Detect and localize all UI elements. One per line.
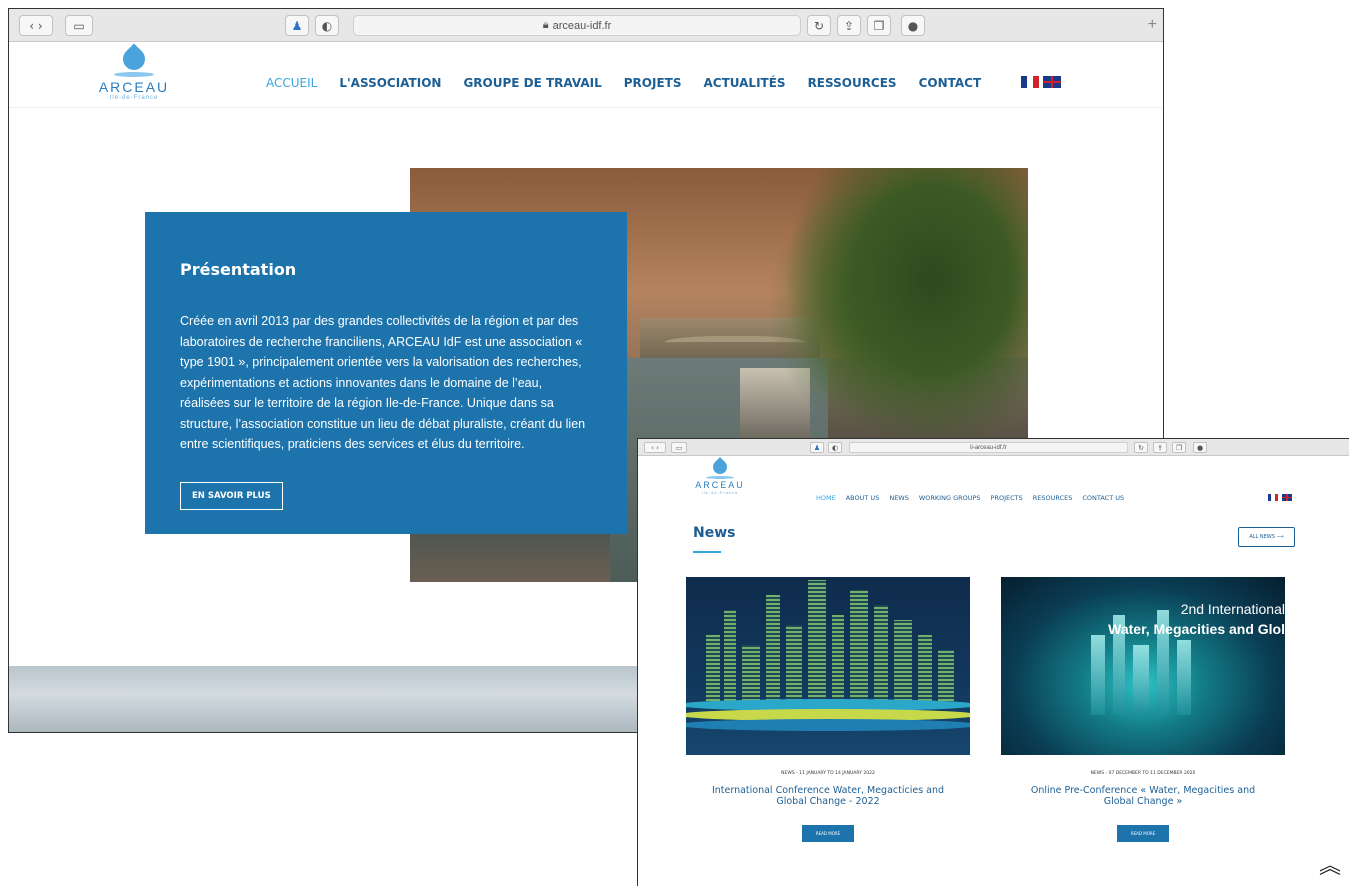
extension-icon-2[interactable]: ♟ bbox=[810, 442, 824, 453]
photo-building-1 bbox=[706, 635, 720, 705]
site-header: ARCEAU Ile-de-France ACCUEIL L'ASSOCIATI… bbox=[9, 42, 1163, 108]
main-nav-2: HOME ABOUT US NEWS WORKING GROUPS PROJEC… bbox=[816, 494, 1124, 502]
photo-wave-3 bbox=[686, 719, 970, 731]
photo-trees bbox=[788, 168, 1028, 448]
photo-building-2 bbox=[724, 610, 736, 705]
wave-icon bbox=[114, 72, 154, 77]
logo-subtitle: Ile-de-France bbox=[109, 95, 159, 101]
photo-tower-5 bbox=[1177, 640, 1191, 715]
news-card-title[interactable]: International Conference Water, Megactic… bbox=[686, 785, 970, 807]
nav-news[interactable]: NEWS bbox=[889, 494, 909, 502]
tabs-icon[interactable]: ❐ bbox=[867, 15, 891, 36]
nav-home[interactable]: HOME bbox=[816, 494, 836, 502]
wave-icon-2 bbox=[706, 476, 734, 479]
language-switcher-2 bbox=[1268, 494, 1292, 501]
uk-flag-icon[interactable] bbox=[1043, 76, 1061, 88]
double-chevron-up-icon[interactable]: ︽ bbox=[1319, 856, 1341, 878]
presentation-text: Créée en avril 2013 par des grandes coll… bbox=[180, 314, 586, 451]
privacy-icon-2[interactable]: ◐ bbox=[828, 442, 842, 453]
nav-association[interactable]: L'ASSOCIATION bbox=[339, 76, 441, 90]
photo-building-4 bbox=[766, 595, 780, 705]
nav-groupe-de-travail[interactable]: GROUPE DE TRAVAIL bbox=[463, 76, 601, 90]
browser-window-english: ‹ › ▭ ♟ ◐ ii-arceau-idf.fr ↻ ⇪ ❐ ● ARCEA… bbox=[637, 438, 1349, 886]
photo-building-8 bbox=[850, 590, 868, 705]
water-drop-icon bbox=[118, 43, 150, 75]
share-icon[interactable]: ⇪ bbox=[837, 15, 861, 36]
sidebar-icon-2[interactable]: ▭ bbox=[671, 442, 687, 453]
url-text-2: ii-arceau-idf.fr bbox=[970, 444, 1007, 451]
browser-toolbar-2: ‹ › ▭ ♟ ◐ ii-arceau-idf.fr ↻ ⇪ ❐ ● bbox=[638, 439, 1349, 456]
lock-icon: 🔒︎ bbox=[542, 19, 549, 31]
news-card: NEWS - 11 JANUARY TO 14 JANUARY 2022 Int… bbox=[686, 577, 970, 842]
nav-ressources[interactable]: RESSOURCES bbox=[808, 76, 897, 90]
download-icon[interactable]: ● bbox=[901, 15, 925, 36]
news-card-meta: NEWS - 07 DECEMBER TO 11 DECEMBER 2020 bbox=[1090, 771, 1196, 776]
news-card-image-conference[interactable]: 2nd International Water, Megacities and … bbox=[1001, 577, 1285, 755]
presentation-panel: Présentation Créée en avril 2013 par des… bbox=[145, 212, 627, 534]
browser-toolbar: ‹ › ▭ ♟ ◐ 🔒︎ arceau-idf.fr ↻ ⇪ ❐ ● + bbox=[9, 9, 1163, 42]
language-switcher bbox=[1021, 76, 1061, 88]
nav-projects[interactable]: PROJECTS bbox=[991, 494, 1023, 502]
nav-contact-us[interactable]: CONTACT US bbox=[1082, 494, 1124, 502]
photo-building-12 bbox=[938, 650, 954, 705]
back-forward-icon[interactable]: ‹ › bbox=[19, 15, 53, 36]
screenshot-stage: ‹ › ▭ ♟ ◐ 🔒︎ arceau-idf.fr ↻ ⇪ ❐ ● + ARC… bbox=[0, 0, 1349, 886]
nav-projets[interactable]: PROJETS bbox=[624, 76, 682, 90]
photo-building-5 bbox=[786, 625, 802, 705]
photo-building-7 bbox=[832, 615, 844, 705]
main-nav: ACCUEIL L'ASSOCIATION GROUPE DE TRAVAIL … bbox=[266, 76, 981, 90]
url-bar-2[interactable]: ii-arceau-idf.fr bbox=[849, 442, 1128, 453]
photo-building-6 bbox=[808, 580, 826, 705]
share-icon-2[interactable]: ⇪ bbox=[1153, 442, 1167, 453]
tabs-icon-2[interactable]: ❐ bbox=[1172, 442, 1186, 453]
photo-building-11 bbox=[918, 635, 932, 705]
reload-icon[interactable]: ↻ bbox=[807, 15, 831, 36]
nav-contact[interactable]: CONTACT bbox=[919, 76, 982, 90]
nav-actualites[interactable]: ACTUALITÉS bbox=[703, 76, 785, 90]
photo-tower-1 bbox=[1091, 635, 1105, 715]
news-card-image-skyline[interactable] bbox=[686, 577, 970, 755]
nav-resources[interactable]: RESOURCES bbox=[1033, 494, 1073, 502]
water-drop-icon-2 bbox=[710, 457, 730, 477]
arceau-logo-2[interactable]: ARCEAU Ile-de-France bbox=[688, 457, 752, 495]
download-icon-2[interactable]: ● bbox=[1193, 442, 1207, 453]
image-caption-line-2: Water, Megacities and Glol bbox=[1108, 621, 1285, 637]
news-card: 2nd International Water, Megacities and … bbox=[1001, 577, 1285, 842]
sidebar-icon[interactable]: ▭ bbox=[65, 15, 93, 36]
arceau-logo[interactable]: ARCEAU Ile-de-France bbox=[89, 43, 179, 101]
news-heading: News bbox=[693, 525, 736, 541]
privacy-icon[interactable]: ◐ bbox=[315, 15, 339, 36]
image-caption-line-1: 2nd International bbox=[1180, 601, 1285, 617]
news-card-meta: NEWS - 11 JANUARY TO 14 JANUARY 2022 bbox=[781, 771, 875, 776]
photo-building-10 bbox=[894, 620, 912, 705]
news-heading-underline bbox=[693, 551, 721, 553]
en-savoir-plus-button[interactable]: EN SAVOIR PLUS bbox=[180, 481, 283, 510]
read-more-button[interactable]: READ MORE bbox=[801, 825, 855, 842]
logo-subtitle-2: Ile-de-France bbox=[701, 490, 739, 495]
logo-name-2: ARCEAU bbox=[695, 480, 745, 490]
reload-icon-2[interactable]: ↻ bbox=[1134, 442, 1148, 453]
photo-tower-3 bbox=[1133, 645, 1149, 715]
url-text: arceau-idf.fr bbox=[552, 19, 612, 32]
logo-name: ARCEAU bbox=[98, 79, 170, 95]
nav-working-groups[interactable]: WORKING GROUPS bbox=[919, 494, 981, 502]
french-flag-icon-2[interactable] bbox=[1268, 494, 1278, 501]
presentation-title: Présentation bbox=[180, 260, 297, 279]
photo-building-3 bbox=[742, 645, 760, 705]
photo-building-9 bbox=[874, 605, 888, 705]
back-forward-icon-2[interactable]: ‹ › bbox=[644, 442, 666, 453]
site-header-2: ARCEAU Ile-de-France HOME ABOUT US NEWS … bbox=[638, 456, 1349, 508]
extension-icon[interactable]: ♟ bbox=[285, 15, 309, 36]
french-flag-icon[interactable] bbox=[1021, 76, 1039, 88]
news-card-title[interactable]: Online Pre-Conference « Water, Megacitie… bbox=[1001, 785, 1285, 807]
new-tab-icon[interactable]: + bbox=[1148, 16, 1157, 34]
uk-flag-icon-2[interactable] bbox=[1282, 494, 1292, 501]
url-bar[interactable]: 🔒︎ arceau-idf.fr bbox=[353, 15, 801, 36]
nav-about-us[interactable]: ABOUT US bbox=[846, 494, 880, 502]
read-more-button[interactable]: READ MORE bbox=[1116, 825, 1170, 842]
all-news-button[interactable]: ALL NEWS ⟶ bbox=[1238, 527, 1295, 547]
nav-accueil[interactable]: ACCUEIL bbox=[266, 76, 317, 90]
